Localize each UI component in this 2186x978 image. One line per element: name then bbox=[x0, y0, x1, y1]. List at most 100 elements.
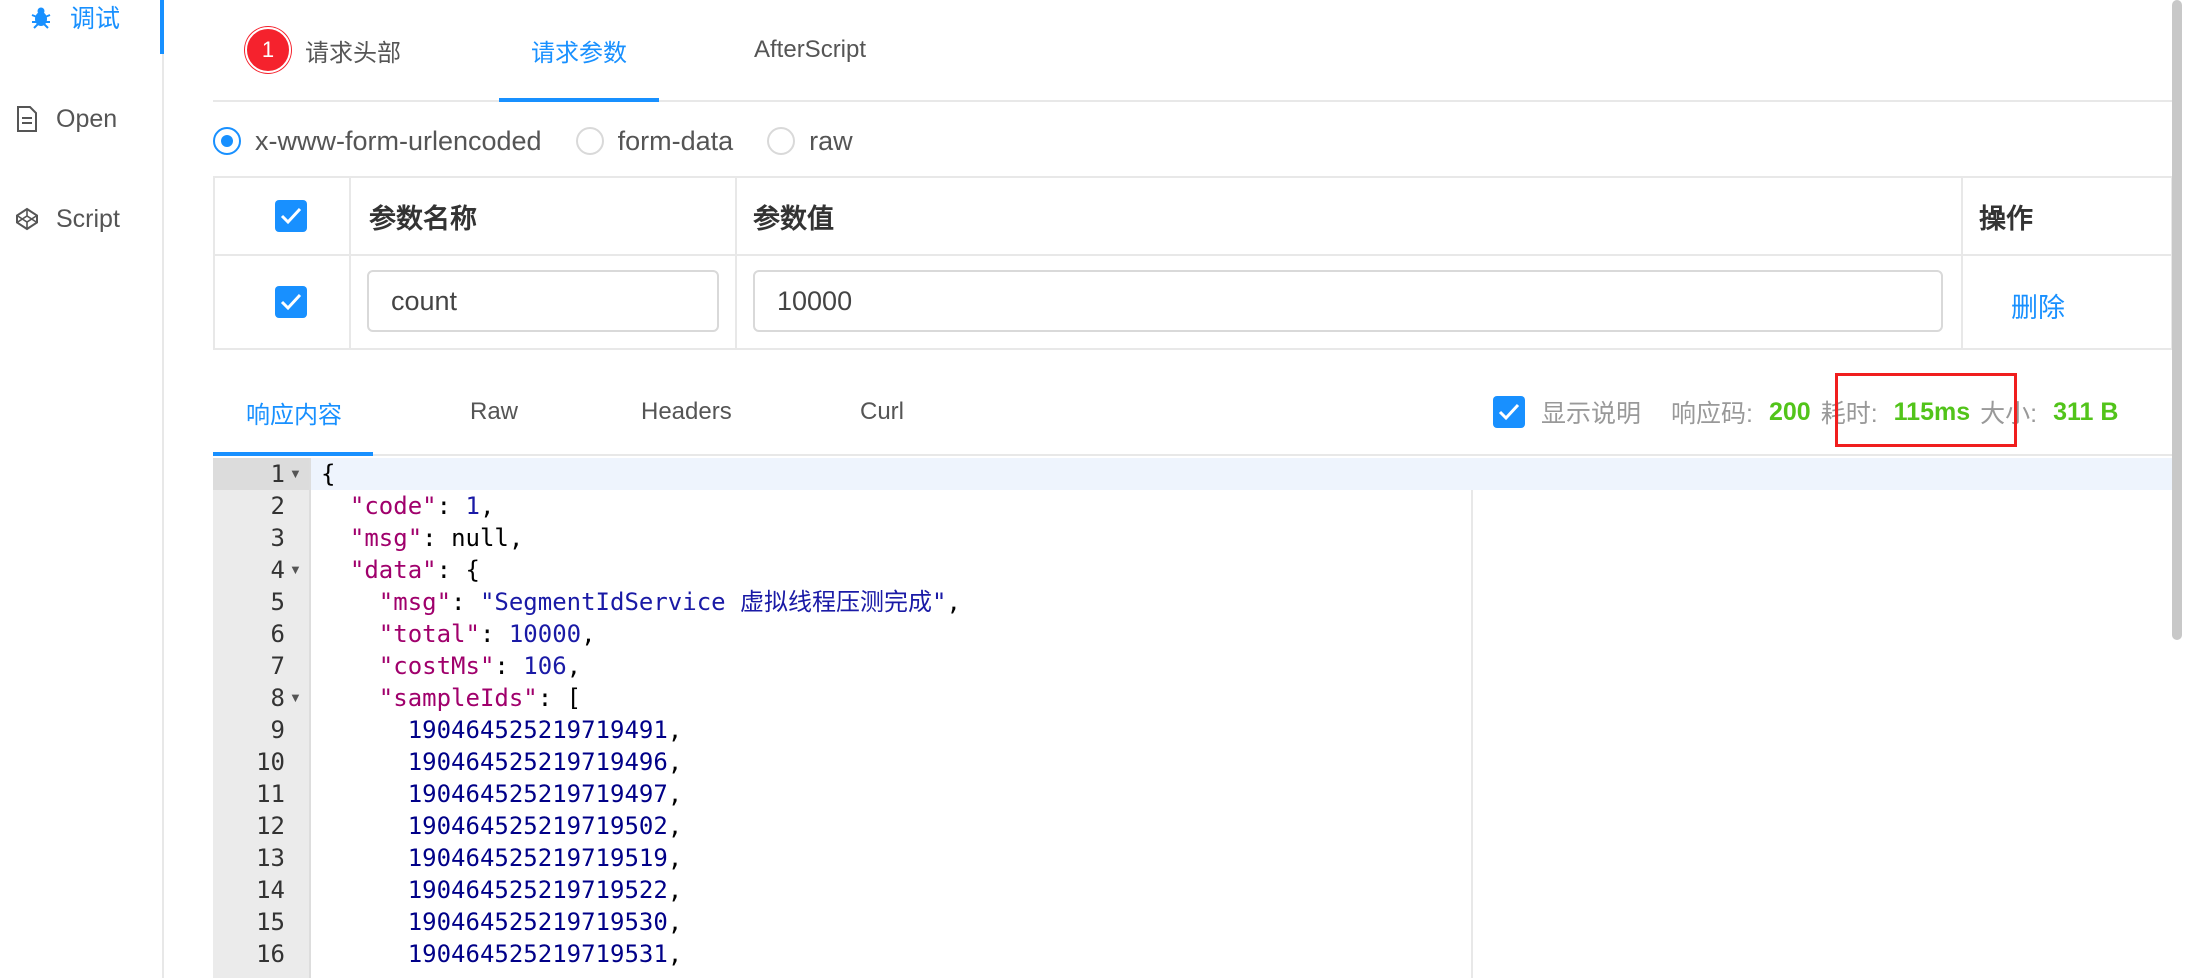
radio-unchecked-icon bbox=[767, 127, 796, 155]
tab-request-params[interactable]: 请求参数 bbox=[531, 0, 627, 100]
code-line: "sampleIds": [ bbox=[378, 684, 582, 712]
response-meta: 显示说明 响应码: 200 耗时: 115ms 大小: 311 B bbox=[1493, 370, 2128, 454]
code-line: 190464525219719491, bbox=[407, 716, 683, 744]
status-code-value: 200 bbox=[1768, 397, 1811, 426]
code-line: 190464525219719502, bbox=[407, 812, 683, 840]
sidebar-item-debug[interactable]: 调试 bbox=[28, 0, 120, 42]
radio-unchecked-icon bbox=[575, 127, 604, 155]
show-desc-label: 显示说明 bbox=[1541, 400, 1642, 428]
param-value-input[interactable]: 10000 bbox=[753, 270, 1943, 332]
code-line: "data": { bbox=[349, 556, 480, 584]
line-number: 4 bbox=[270, 556, 285, 584]
sidebar-item-label: Open bbox=[56, 104, 118, 133]
line-number: 10 bbox=[256, 748, 285, 776]
line-number: 15 bbox=[256, 908, 285, 936]
show-desc-checkbox[interactable] bbox=[1493, 396, 1525, 428]
line-number: 6 bbox=[270, 620, 285, 648]
code-line: "code": 1, bbox=[349, 492, 495, 520]
line-number: 16 bbox=[256, 940, 285, 968]
tab-headers[interactable]: Headers bbox=[641, 370, 732, 454]
column-header-value: 参数值 bbox=[753, 203, 834, 234]
sidebar-item-open[interactable]: Open bbox=[14, 94, 117, 144]
line-number: 8 bbox=[270, 684, 285, 712]
code-line: 190464525219719519, bbox=[407, 844, 683, 872]
active-line-highlight bbox=[311, 458, 2173, 490]
sidebar-item-label: Script bbox=[56, 204, 120, 233]
bug-icon bbox=[28, 4, 54, 30]
tab-response-content[interactable]: 响应内容 bbox=[246, 370, 342, 454]
code-line: "msg": null, bbox=[349, 524, 524, 552]
line-number: 13 bbox=[256, 844, 285, 872]
code-line: 190464525219719497, bbox=[407, 780, 683, 808]
fold-toggle-icon[interactable]: ▼ bbox=[289, 682, 303, 714]
tab-label: Headers bbox=[641, 398, 732, 425]
code-line: 190464525219719531, bbox=[407, 940, 683, 968]
check-icon bbox=[1498, 403, 1520, 421]
tab-label: 请求参数 bbox=[531, 39, 627, 67]
tab-ink-bar bbox=[213, 452, 373, 456]
line-number: 11 bbox=[256, 780, 285, 808]
table-header bbox=[215, 178, 2171, 256]
check-icon bbox=[280, 207, 302, 225]
radio-form-data[interactable]: form-data bbox=[575, 125, 734, 157]
line-number: 7 bbox=[270, 652, 285, 680]
codepen-icon bbox=[14, 206, 40, 232]
code-line: { bbox=[321, 460, 336, 488]
response-tabs: 响应内容 Raw Headers Curl 显示说明 响应码: 200 耗时: … bbox=[213, 370, 2173, 456]
code-line: 190464525219719522, bbox=[407, 876, 683, 904]
response-editor[interactable]: 1 2 3 4 5 6 7 8 9 10 11 12 13 14 15 16 ▼… bbox=[213, 458, 2173, 978]
fold-toggle-icon[interactable]: ▼ bbox=[289, 458, 303, 490]
code-line: "msg": "SegmentIdService 虚拟线程压测完成", bbox=[378, 588, 961, 616]
column-divider bbox=[349, 178, 351, 348]
response-size-value: 311 B bbox=[2053, 397, 2119, 426]
count-badge: 1 bbox=[245, 27, 291, 73]
tab-raw[interactable]: Raw bbox=[470, 370, 518, 454]
sidebar-item-label: 调试 bbox=[70, 5, 121, 33]
radio-raw[interactable]: raw bbox=[767, 126, 853, 157]
print-margin bbox=[1471, 490, 1473, 978]
line-number: 14 bbox=[256, 876, 285, 904]
line-number: 3 bbox=[270, 524, 285, 552]
column-header-name: 参数名称 bbox=[369, 203, 477, 234]
line-number: 9 bbox=[270, 716, 285, 744]
check-icon bbox=[280, 293, 302, 311]
tab-curl[interactable]: Curl bbox=[860, 370, 904, 454]
radio-x-www-form-urlencoded[interactable]: x-www-form-urlencoded bbox=[213, 126, 542, 157]
delete-link[interactable]: 删除 bbox=[2011, 286, 2065, 325]
fold-toggle-icon[interactable]: ▼ bbox=[289, 554, 303, 586]
tab-ink-bar bbox=[499, 98, 659, 102]
line-number: 5 bbox=[270, 588, 285, 616]
param-name-input[interactable]: count bbox=[367, 270, 719, 332]
request-tabs: 1 请求头部 请求参数 AfterScript bbox=[213, 0, 2173, 102]
body-type-radio-group: x-www-form-urlencoded form-data raw bbox=[213, 120, 887, 162]
column-divider bbox=[1961, 178, 1963, 348]
tab-request-headers[interactable]: 1 请求头部 bbox=[245, 0, 401, 100]
sidebar-item-script[interactable]: Script bbox=[14, 194, 120, 244]
tab-label: 请求头部 bbox=[305, 39, 401, 67]
tab-label: Raw bbox=[470, 398, 519, 425]
status-code-label: 响应码: bbox=[1671, 400, 1753, 428]
select-all-checkbox[interactable] bbox=[275, 200, 307, 232]
params-table: 参数名称 参数值 操作 count 10000 删除 bbox=[213, 176, 2173, 350]
radio-label: form-data bbox=[617, 125, 734, 156]
tab-label: 响应内容 bbox=[246, 401, 342, 429]
line-number: 12 bbox=[256, 812, 285, 840]
tab-label: Curl bbox=[860, 398, 905, 425]
column-divider bbox=[735, 178, 737, 348]
radio-checked-icon bbox=[213, 127, 241, 155]
radio-label: raw bbox=[809, 125, 853, 156]
line-number: 2 bbox=[270, 492, 285, 520]
row-checkbox[interactable] bbox=[275, 286, 307, 318]
column-header-action: 操作 bbox=[1979, 203, 2033, 234]
page-scrollbar[interactable] bbox=[2172, 0, 2182, 640]
tab-label: AfterScript bbox=[754, 36, 867, 63]
sidebar: 调试 Open Script bbox=[0, 0, 164, 978]
elapsed-time-label: 耗时: bbox=[1820, 400, 1878, 428]
sidebar-active-indicator bbox=[160, 0, 164, 54]
tab-afterscript[interactable]: AfterScript bbox=[754, 0, 866, 100]
code-line: "costMs": 106, bbox=[378, 652, 582, 680]
code-line: 190464525219719530, bbox=[407, 908, 683, 936]
response-size-label: 大小: bbox=[1980, 400, 2038, 428]
elapsed-time-value: 115ms bbox=[1893, 397, 1971, 426]
code-line: "total": 10000, bbox=[378, 620, 596, 648]
